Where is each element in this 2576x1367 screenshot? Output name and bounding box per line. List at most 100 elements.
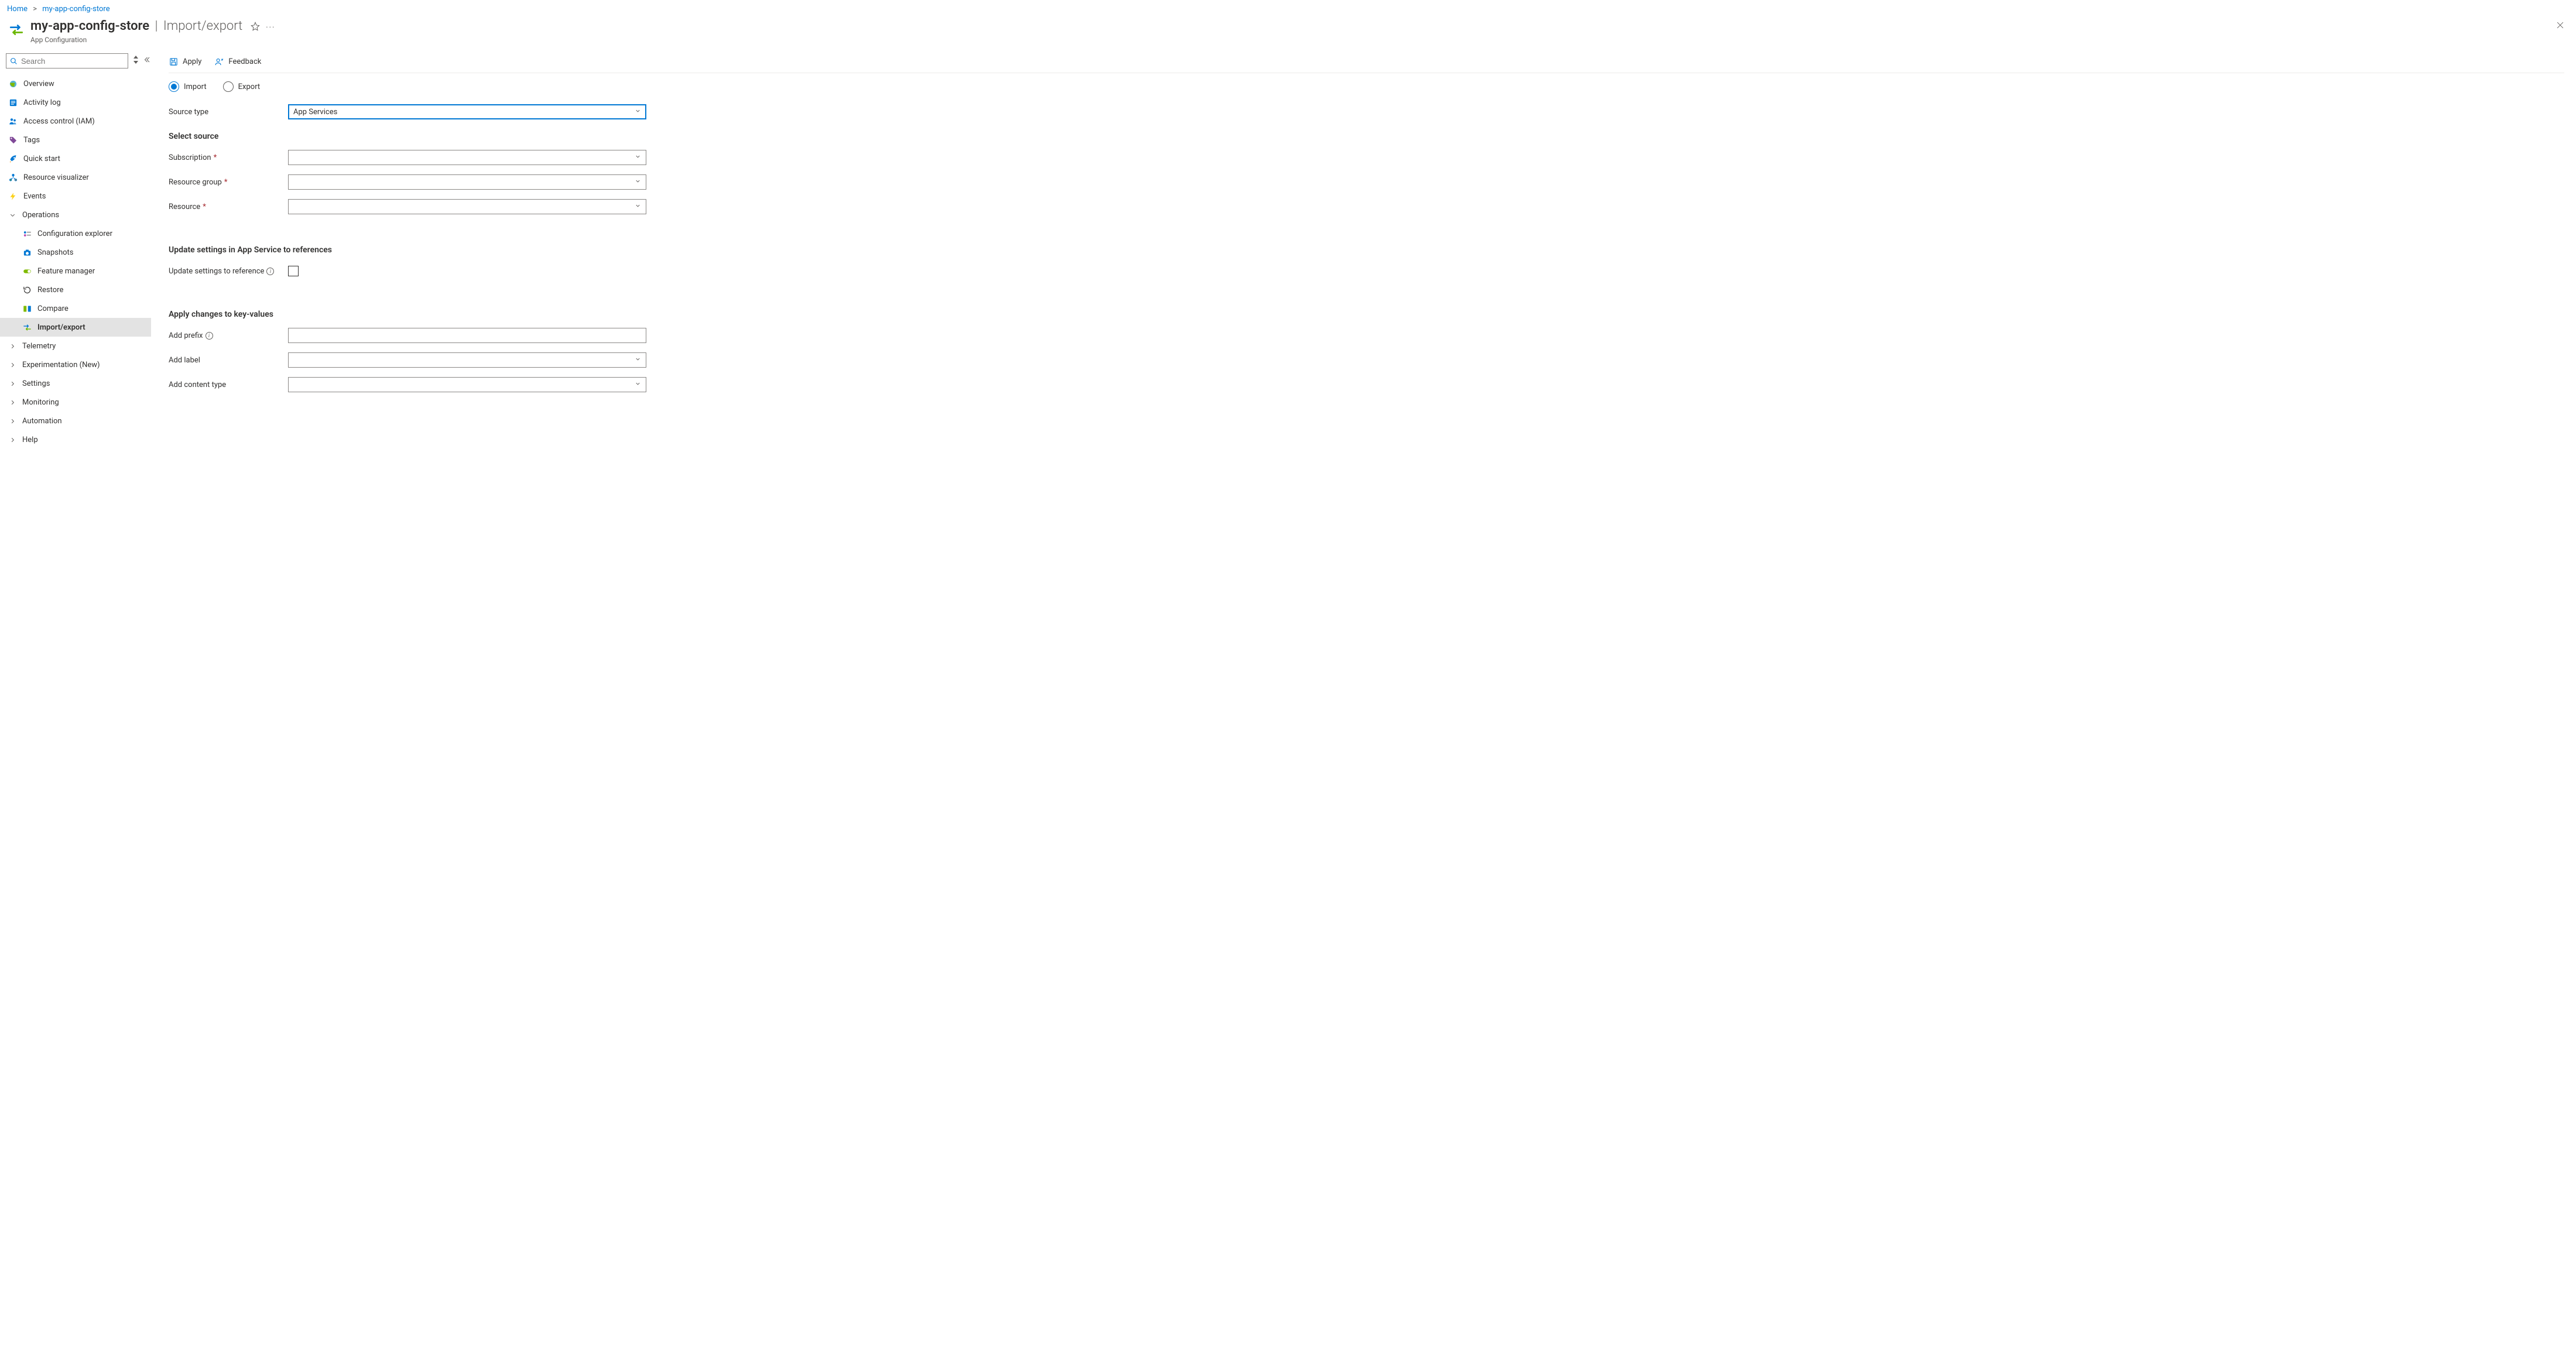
compare-icon (22, 304, 32, 313)
feedback-button[interactable]: Feedback (214, 57, 261, 67)
breadcrumb-home[interactable]: Home (7, 5, 28, 13)
sidebar-item-settings[interactable]: Settings (0, 374, 151, 393)
sidebar-item-label: Snapshots (37, 248, 146, 257)
title-block: my-app-config-store | Import/export App … (30, 18, 242, 44)
tag-icon (8, 135, 18, 145)
chevron-down-icon (635, 356, 641, 365)
search-icon (10, 57, 18, 65)
section-title-select-source: Select source (169, 132, 2564, 141)
sidebar-item-label: Monitoring (22, 398, 146, 407)
sidebar-item-resource-visualizer[interactable]: Resource visualizer (0, 168, 151, 187)
radio-import-label: Import (184, 83, 207, 91)
chevron-down-icon (635, 381, 641, 389)
resource-type-subtitle: App Configuration (30, 36, 242, 44)
select-subscription[interactable] (288, 150, 646, 165)
select-source-type[interactable]: App Services (288, 104, 646, 119)
sidebar-item-snapshots[interactable]: Snapshots (0, 243, 151, 262)
sidebar-item-label: Tags (23, 136, 146, 145)
chevron-right-icon (8, 398, 16, 407)
sidebar-item-label: Quick start (23, 155, 146, 163)
chevron-down-icon (635, 108, 641, 117)
sidebar-item-label: Experimentation (New) (22, 361, 146, 369)
sidebar-item-import-export[interactable]: Import/export (0, 318, 151, 337)
sidebar-item-feature-manager[interactable]: Feature manager (0, 262, 151, 280)
close-blade-button[interactable] (2556, 20, 2564, 32)
sidebar-expand-toggle-icon[interactable] (133, 56, 139, 66)
sidebar-search[interactable] (6, 53, 128, 68)
label-add-prefix: Add prefix (169, 331, 203, 340)
sidebar-item-label: Telemetry (22, 342, 146, 351)
select-source-type-value: App Services (293, 108, 635, 117)
radio-export[interactable]: Export (223, 81, 261, 92)
input-add-prefix[interactable] (293, 331, 641, 340)
sidebar-item-operations[interactable]: Operations (0, 205, 151, 224)
row-add-label: Add label (169, 350, 2564, 371)
row-subscription: Subscription * (169, 147, 2564, 168)
section-title-update-settings: Update settings in App Service to refere… (169, 245, 2564, 255)
sidebar-item-restore[interactable]: Restore (0, 280, 151, 299)
sidebar-item-label: Import/export (37, 323, 146, 332)
radio-export-label: Export (238, 83, 261, 91)
chevron-right-icon (8, 435, 16, 444)
required-asterisk: * (203, 203, 206, 211)
sidebar-item-label: Access control (IAM) (23, 117, 146, 126)
select-resource[interactable] (288, 199, 646, 214)
row-source-type: Source type App Services (169, 101, 2564, 122)
info-icon[interactable]: i (266, 268, 274, 275)
radio-import[interactable]: Import (169, 81, 207, 92)
import-export-icon (22, 323, 32, 332)
sidebar-item-tags[interactable]: Tags (0, 131, 151, 149)
config-explorer-icon (22, 229, 32, 238)
info-icon[interactable]: i (205, 332, 213, 340)
sidebar-item-label: Overview (23, 80, 146, 88)
row-add-prefix: Add prefix i (169, 325, 2564, 346)
select-resource-group[interactable] (288, 174, 646, 190)
sidebar-item-telemetry[interactable]: Telemetry (0, 337, 151, 355)
sidebar-item-label: Configuration explorer (37, 229, 146, 238)
sidebar-item-configuration-explorer[interactable]: Configuration explorer (0, 224, 151, 243)
resource-name: my-app-config-store (30, 19, 149, 33)
breadcrumb-current[interactable]: my-app-config-store (42, 5, 109, 13)
chevron-down-icon (8, 210, 16, 220)
events-icon (8, 191, 18, 201)
select-add-content-type[interactable] (288, 377, 646, 392)
breadcrumb-separator: > (29, 5, 40, 13)
sidebar-item-events[interactable]: Events (0, 187, 151, 205)
sidebar-item-experimentation-new[interactable]: Experimentation (New) (0, 355, 151, 374)
feature-manager-icon (22, 266, 32, 276)
globe-icon (8, 79, 18, 88)
input-add-prefix-wrapper (288, 328, 646, 343)
sidebar-item-label: Operations (22, 211, 146, 220)
snapshots-icon (22, 248, 32, 257)
select-add-label[interactable] (288, 352, 646, 368)
page-header: my-app-config-store | Import/export App … (0, 16, 2576, 51)
sidebar-item-overview[interactable]: Overview (0, 74, 151, 93)
section-title-apply-changes: Apply changes to key-values (169, 310, 2564, 319)
apply-button[interactable]: Apply (169, 57, 201, 67)
chevron-down-icon (635, 178, 641, 187)
log-icon (8, 98, 18, 107)
breadcrumb: Home > my-app-config-store (0, 0, 2576, 16)
label-source-type: Source type (169, 108, 288, 117)
command-bar: Apply Feedback (169, 51, 2564, 73)
quickstart-icon (8, 154, 18, 163)
sidebar-item-help[interactable]: Help (0, 430, 151, 449)
sidebar-item-compare[interactable]: Compare (0, 299, 151, 318)
sidebar-item-label: Settings (22, 379, 146, 388)
sidebar-search-input[interactable] (21, 57, 124, 66)
sidebar-item-quick-start[interactable]: Quick start (0, 149, 151, 168)
sidebar-item-automation[interactable]: Automation (0, 412, 151, 430)
sidebar-collapse-icon[interactable] (143, 56, 150, 66)
sidebar-item-activity-log[interactable]: Activity log (0, 93, 151, 112)
favorite-star-icon[interactable] (251, 22, 260, 33)
page-name: Import/export (163, 19, 242, 33)
sidebar-item-monitoring[interactable]: Monitoring (0, 393, 151, 412)
more-actions-icon[interactable]: ··· (266, 23, 275, 32)
sidebar-item-access-control-iam[interactable]: Access control (IAM) (0, 112, 151, 131)
sidebar-item-label: Compare (37, 304, 146, 313)
restore-icon (22, 285, 32, 294)
row-resource-group: Resource group * (169, 172, 2564, 193)
checkbox-update-ref[interactable] (288, 266, 299, 276)
sidebar-item-label: Feature manager (37, 267, 146, 276)
required-asterisk: * (224, 178, 228, 187)
